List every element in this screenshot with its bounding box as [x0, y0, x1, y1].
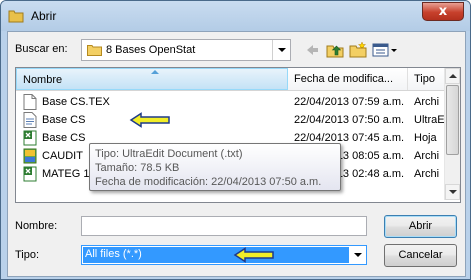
sort-ascending-icon	[151, 70, 159, 74]
column-header-type[interactable]: Tipo	[408, 68, 445, 90]
file-name: CAUDIT	[42, 150, 83, 162]
file-type: Archi	[414, 150, 440, 162]
scroll-down-icon[interactable]	[445, 184, 460, 200]
look-in-value: 8 Bases OpenStat	[106, 44, 196, 56]
look-in-combo[interactable]: 8 Bases OpenStat	[81, 39, 291, 61]
file-type: UltraE	[414, 114, 445, 126]
column-header-date[interactable]: Fecha de modifica...	[288, 68, 408, 90]
tooltip-size: Tamaño: 78.5 KB	[95, 162, 180, 174]
image-file-icon	[23, 148, 37, 164]
file-date: 22/04/2013 07:50 a.m.	[294, 114, 405, 126]
folder-icon	[87, 45, 102, 56]
file-name-input[interactable]	[81, 216, 367, 236]
list-item[interactable]: Base CS.TEX 22/04/2013 07:59 a.m. Archi	[16, 93, 445, 111]
tooltip-date: Fecha de modificación: 22/04/2013 07:50 …	[95, 176, 322, 188]
file-name: Base CS	[42, 114, 86, 126]
list-header: Nombre Fecha de modifica... Tipo	[16, 68, 445, 91]
name-label: Nombre:	[15, 220, 58, 232]
file-info-tooltip: Tipo: UltraEdit Document (.txt) Tamaño: …	[89, 143, 341, 191]
dialog-folder-icon	[8, 10, 24, 23]
back-arrow-icon[interactable]	[304, 41, 320, 59]
look-in-label: Buscar en:	[15, 43, 68, 55]
scroll-up-icon[interactable]	[445, 68, 460, 84]
list-item[interactable]: Base CS 22/04/2013 07:50 a.m. UltraE	[16, 111, 445, 129]
file-type: Archi	[414, 96, 440, 108]
excel-icon	[23, 130, 37, 146]
scroll-thumb[interactable]	[446, 85, 459, 155]
views-menu-icon[interactable]	[372, 41, 400, 59]
file-type-value: All files (*.*)	[85, 248, 142, 260]
file-name: Base CS	[42, 132, 86, 144]
yellow-annotation-arrow-icon	[129, 112, 170, 128]
chevron-down-icon[interactable]	[272, 40, 290, 60]
document-icon	[23, 94, 37, 110]
vertical-scrollbar[interactable]	[444, 68, 460, 200]
column-header-date-label: Fecha de modifica...	[294, 73, 394, 85]
yellow-annotation-arrow-icon	[233, 247, 274, 263]
close-icon: x	[438, 4, 448, 19]
chevron-down-icon[interactable]	[349, 246, 366, 264]
file-type: Archi	[414, 168, 440, 180]
file-name: MATEG 1	[42, 168, 90, 180]
column-header-type-label: Tipo	[414, 73, 435, 85]
title-bar: Abrir x	[1, 1, 470, 31]
excel-icon	[23, 166, 37, 182]
type-label: Tipo:	[15, 249, 40, 261]
window-title: Abrir	[31, 9, 57, 23]
column-header-name-label: Nombre	[23, 74, 63, 86]
file-date: 22/04/2013 07:59 a.m.	[294, 96, 405, 108]
up-folder-icon[interactable]	[326, 41, 344, 59]
close-button[interactable]: x	[422, 2, 464, 21]
open-dialog: Abrir x Buscar en: 8 Bases OpenStat Nomb…	[0, 0, 471, 280]
column-header-name[interactable]: Nombre	[16, 68, 288, 90]
new-folder-icon[interactable]	[349, 41, 367, 59]
file-name: Base CS.TEX	[42, 96, 110, 108]
open-button[interactable]: Abrir	[384, 215, 457, 238]
file-type-select[interactable]: All files (*.*)	[81, 245, 367, 265]
tooltip-type: Tipo: UltraEdit Document (.txt)	[95, 148, 243, 160]
text-document-icon	[23, 112, 37, 128]
cancel-button[interactable]: Cancelar	[384, 244, 457, 267]
file-type: Hoja	[414, 132, 437, 144]
